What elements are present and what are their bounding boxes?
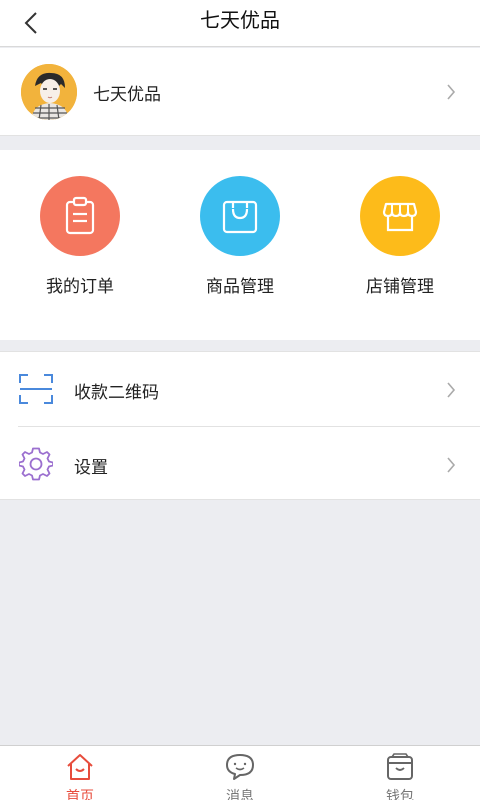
wallet-icon — [350, 752, 450, 782]
tab-label: 首页 — [66, 789, 94, 800]
shortcut-my-orders[interactable]: 我的订单 — [0, 176, 160, 297]
home-icon — [30, 752, 130, 782]
tab-label: 钱包 — [386, 789, 414, 800]
chevron-right-icon — [444, 82, 458, 102]
tab-wallet[interactable]: 钱包 — [350, 752, 450, 800]
menu-list: 收款二维码 设置 — [0, 351, 480, 500]
qr-scan-icon — [18, 371, 54, 407]
menu-item-label: 设置 — [74, 458, 108, 478]
gear-icon — [18, 446, 54, 482]
page-title: 七天优品 — [200, 8, 280, 32]
chevron-right-icon — [444, 455, 458, 475]
avatar[interactable] — [21, 64, 77, 120]
chevron-right-icon — [444, 380, 458, 400]
shortcut-store-management[interactable]: 店铺管理 — [320, 176, 480, 297]
shortcut-label: 我的订单 — [46, 277, 114, 297]
tab-home[interactable]: 首页 — [30, 752, 130, 800]
profile-name: 七天优品 — [93, 85, 161, 105]
shortcut-label: 商品管理 — [206, 277, 274, 297]
chat-bubble-icon — [190, 752, 290, 782]
shortcut-grid: 我的订单 商品管理 店铺管理 — [0, 150, 480, 340]
storefront-icon — [360, 176, 440, 256]
header-bar: 七天优品 — [0, 0, 480, 47]
menu-item-settings[interactable]: 设置 — [0, 427, 480, 501]
profile-row[interactable]: 七天优品 — [0, 48, 480, 136]
shopping-bag-icon — [200, 176, 280, 256]
menu-item-label: 收款二维码 — [74, 383, 159, 403]
bottom-tab-bar: 首页 消息 钱包 — [0, 745, 480, 800]
shortcut-product-management[interactable]: 商品管理 — [160, 176, 320, 297]
avatar-illustration — [21, 64, 77, 120]
tab-label: 消息 — [226, 789, 254, 800]
tab-messages[interactable]: 消息 — [190, 752, 290, 800]
shortcut-label: 店铺管理 — [366, 277, 434, 297]
clipboard-icon — [40, 176, 120, 256]
menu-item-payment-qr[interactable]: 收款二维码 — [0, 352, 480, 427]
